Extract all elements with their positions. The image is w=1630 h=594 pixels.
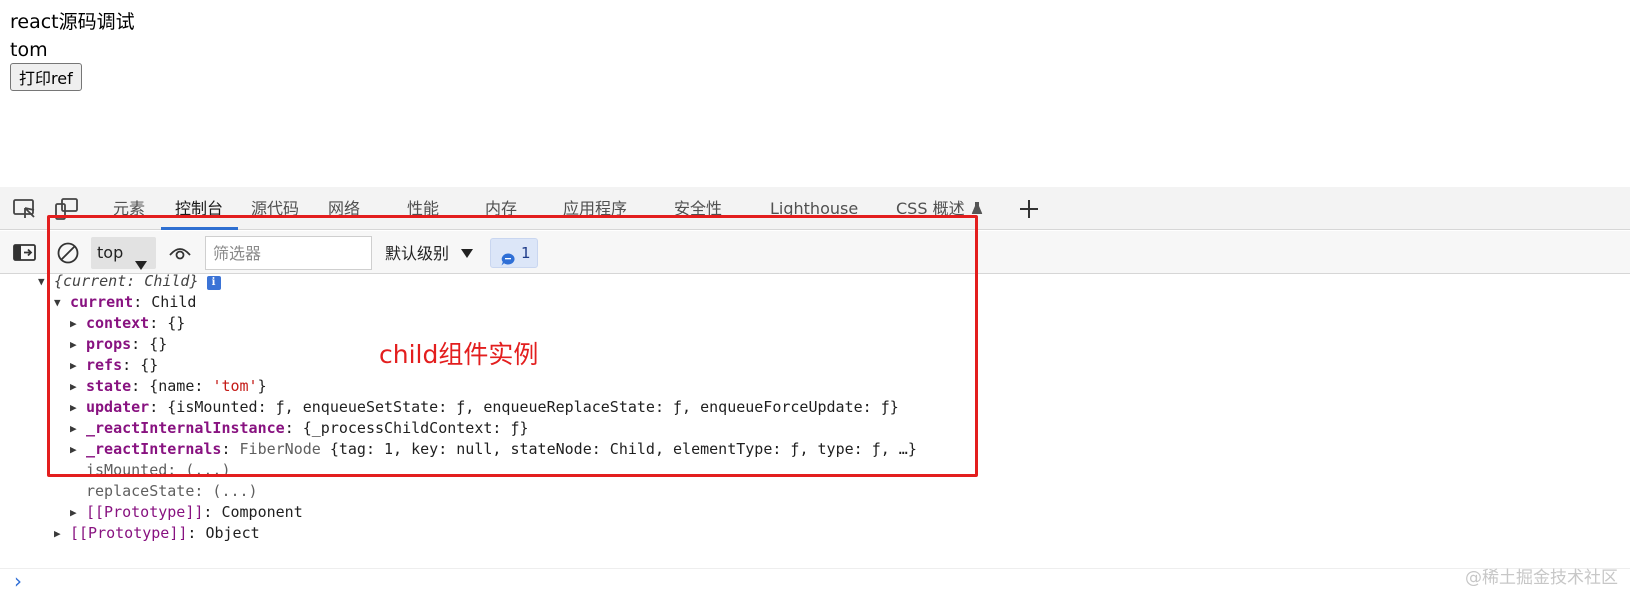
tree-row-getter-is-mounted[interactable]: isMounted: (...) <box>86 459 231 481</box>
prop-key: state <box>86 377 132 395</box>
prop-value: {isMounted: ƒ, enqueueSetState: ƒ, enque… <box>167 398 899 416</box>
collapse-triangle-icon[interactable]: ▶ <box>70 418 86 440</box>
collapse-triangle-icon[interactable]: ▶ <box>70 502 86 524</box>
tree-row-updater[interactable]: ▶ updater: {isMounted: ƒ, enqueueSetState… <box>70 396 899 418</box>
page-heading: react源码调试 <box>10 11 135 33</box>
log-level-selector[interactable]: 默认级别 <box>385 237 474 269</box>
prop-type: FiberNode <box>239 440 321 458</box>
collapse-triangle-icon[interactable]: ▶ <box>70 439 86 461</box>
prompt-divider <box>0 568 1630 569</box>
prop-value: Object <box>205 524 260 542</box>
prop-value: {} <box>167 314 186 332</box>
tab-elements[interactable]: 元素 <box>113 187 145 230</box>
tab-css-overview[interactable]: CSS 概述 <box>896 187 983 230</box>
prop-value: {tag: 1, key: null, stateNode: Child, el… <box>329 440 917 458</box>
collapse-triangle-icon[interactable]: ▶ <box>70 397 86 419</box>
log-entry-summary[interactable]: ▼ {current: Child} i <box>38 270 221 292</box>
string-value: 'tom' <box>212 377 258 395</box>
tab-performance[interactable]: 性能 <box>407 187 439 230</box>
sidebar-toggle-icon[interactable] <box>12 241 38 265</box>
tab-memory[interactable]: 内存 <box>485 187 517 230</box>
watermark: @稀土掘金技术社区 <box>1465 568 1618 588</box>
context-value: top <box>97 243 124 262</box>
collapse-triangle-icon[interactable]: ▶ <box>70 334 86 356</box>
info-icon[interactable]: i <box>206 276 221 290</box>
devtools-tabbar: 元素 控制台 源代码 网络 性能 内存 应用程序 安全性 Lighthouse … <box>0 187 1630 230</box>
collapse-triangle-icon[interactable]: ▶ <box>70 313 86 335</box>
name-text: tom <box>10 39 48 61</box>
page-viewport: react源码调试 tom 打印ref <box>0 0 1630 187</box>
tab-application[interactable]: 应用程序 <box>563 187 627 230</box>
log-level-value: 默认级别 <box>385 244 450 263</box>
expand-triangle-icon[interactable]: ▼ <box>38 271 54 293</box>
clear-console-icon[interactable] <box>56 241 82 265</box>
tab-css-overview-label: CSS 概述 <box>896 199 965 218</box>
context-selector[interactable]: top <box>91 237 156 270</box>
console-prompt-icon[interactable]: › <box>14 571 22 591</box>
tree-row-current[interactable]: ▼ current: Child <box>54 291 196 313</box>
expand-triangle-icon[interactable]: ▼ <box>54 292 70 314</box>
summary-text: {current: Child} <box>54 272 199 290</box>
console-toolbar: top 默认级别 1 <box>0 231 1630 274</box>
filter-input[interactable] <box>205 236 372 270</box>
prop-value: {} <box>149 335 168 353</box>
prop-value: {} <box>140 356 159 374</box>
message-count: 1 <box>521 244 531 262</box>
tree-row-prototype-component[interactable]: ▶ [[Prototype]]: Component <box>70 501 303 523</box>
device-toolbar-icon[interactable] <box>54 197 80 221</box>
tree-row-react-internal-instance[interactable]: ▶ _reactInternalInstance: {_processChildC… <box>70 417 529 439</box>
tab-network[interactable]: 网络 <box>328 187 360 230</box>
tree-row-refs[interactable]: ▶ refs: {} <box>70 354 158 376</box>
collapse-triangle-icon[interactable]: ▶ <box>70 376 86 398</box>
prop-key: [[Prototype]] <box>86 503 204 521</box>
annotation-label: child组件实例 <box>379 340 539 369</box>
tree-row-prototype-object[interactable]: ▶ [[Prototype]]: Object <box>54 522 260 544</box>
prop-value-prefix: {name: <box>149 377 213 395</box>
chevron-down-icon <box>461 237 474 269</box>
prop-value: Child <box>151 293 197 311</box>
flask-icon <box>971 188 983 231</box>
collapse-triangle-icon[interactable]: ▶ <box>70 355 86 377</box>
message-icon <box>501 247 515 275</box>
issues-counter[interactable]: 1 <box>490 238 538 268</box>
print-ref-button[interactable]: 打印ref <box>10 63 82 91</box>
tab-sources[interactable]: 源代码 <box>251 187 299 230</box>
tab-lighthouse[interactable]: Lighthouse <box>770 187 858 230</box>
collapse-triangle-icon[interactable]: ▶ <box>54 523 70 545</box>
prop-key: updater <box>86 398 150 416</box>
prop-key: [[Prototype]] <box>70 524 188 542</box>
prop-key: context <box>86 314 150 332</box>
add-tab-icon[interactable] <box>1017 197 1041 221</box>
prop-key: _reactInternalInstance <box>86 419 285 437</box>
prop-key: current <box>70 293 134 311</box>
eye-icon[interactable] <box>168 241 194 265</box>
prop-key: refs <box>86 356 123 374</box>
active-tab-indicator <box>161 227 238 230</box>
prop-key: props <box>86 335 132 353</box>
inspect-element-icon[interactable] <box>12 197 38 221</box>
prop-key: _reactInternals <box>86 440 222 458</box>
tree-row-getter-replace-state[interactable]: replaceState: (...) <box>86 480 258 502</box>
tree-row-props[interactable]: ▶ props: {} <box>70 333 167 355</box>
tree-row-react-internals[interactable]: ▶ _reactInternals: FiberNode {tag: 1, key… <box>70 438 917 460</box>
tab-security[interactable]: 安全性 <box>674 187 722 230</box>
prop-value-suffix: } <box>257 377 267 395</box>
tree-row-state[interactable]: ▶ state: {name: 'tom'} <box>70 375 267 397</box>
tab-console[interactable]: 控制台 <box>175 187 223 230</box>
tree-row-context[interactable]: ▶ context: {} <box>70 312 185 334</box>
prop-value: Component <box>221 503 303 521</box>
prop-value: {_processChildContext: ƒ} <box>302 419 529 437</box>
